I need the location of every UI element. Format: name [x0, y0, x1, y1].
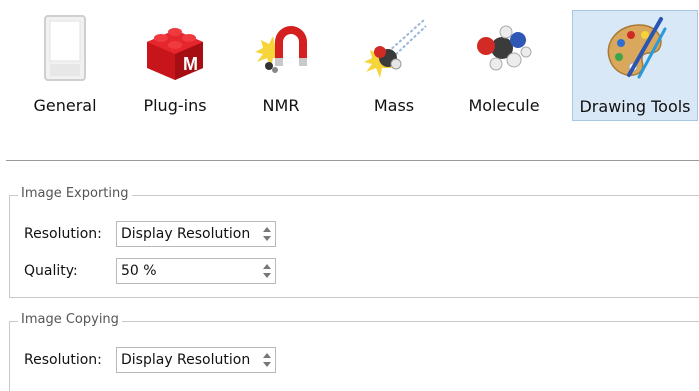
toolbar-item-molecule[interactable]: Molecule	[462, 10, 546, 121]
copy-resolution-label: Resolution:	[24, 352, 102, 368]
export-quality-spinbox[interactable]: 50 %	[116, 258, 276, 284]
copy-resolution-stepper[interactable]	[261, 349, 273, 371]
mass-icon	[364, 19, 427, 78]
plugins-icon: M	[147, 28, 203, 80]
export-quality-stepper[interactable]	[261, 260, 273, 282]
chevron-up-icon[interactable]	[263, 227, 271, 232]
export-quality-value: 50 %	[121, 263, 157, 279]
toolbar-label-drawing-tools: Drawing Tools	[579, 97, 691, 116]
toolbar-label-molecule: Molecule	[468, 96, 540, 115]
chevron-up-icon[interactable]	[263, 264, 271, 269]
nmr-icon	[255, 26, 307, 73]
chevron-down-icon[interactable]	[263, 362, 271, 367]
toolbar-item-plugins[interactable]: M Plug-ins	[134, 10, 216, 121]
svg-text:M: M	[183, 54, 198, 74]
drawing-tools-icon	[607, 17, 667, 79]
chevron-up-icon[interactable]	[263, 353, 271, 358]
export-resolution-label: Resolution:	[24, 226, 102, 242]
chevron-down-icon[interactable]	[263, 236, 271, 241]
export-quality-label: Quality:	[24, 263, 78, 279]
export-resolution-spinbox[interactable]: Display Resolution	[116, 221, 276, 247]
options-toolbar: General M Plug-ins NMR Mass Molecule Dra…	[0, 0, 699, 130]
image-exporting-title: Image Exporting	[18, 186, 132, 201]
toolbar-label-mass: Mass	[373, 96, 415, 115]
toolbar-label-nmr: NMR	[262, 96, 300, 115]
toolbar-item-mass[interactable]: Mass	[356, 10, 432, 121]
toolbar-label-plugins: Plug-ins	[143, 96, 207, 115]
toolbar-separator	[6, 160, 699, 161]
toolbar-label-general: General	[33, 96, 97, 115]
molecule-icon	[477, 25, 532, 71]
export-resolution-stepper[interactable]	[261, 223, 273, 245]
chevron-down-icon[interactable]	[263, 273, 271, 278]
copy-resolution-value: Display Resolution	[121, 352, 251, 368]
toolbar-item-nmr[interactable]: NMR	[240, 10, 322, 121]
toolbar-item-drawing-tools[interactable]: Drawing Tools	[572, 10, 698, 121]
copy-resolution-spinbox[interactable]: Display Resolution	[116, 347, 276, 373]
toolbar-item-general[interactable]: General	[26, 10, 104, 121]
image-copying-title: Image Copying	[18, 312, 122, 327]
general-icon	[44, 15, 86, 81]
image-exporting-group: Image Exporting Resolution: Display Reso…	[9, 186, 699, 298]
export-resolution-value: Display Resolution	[121, 226, 251, 242]
